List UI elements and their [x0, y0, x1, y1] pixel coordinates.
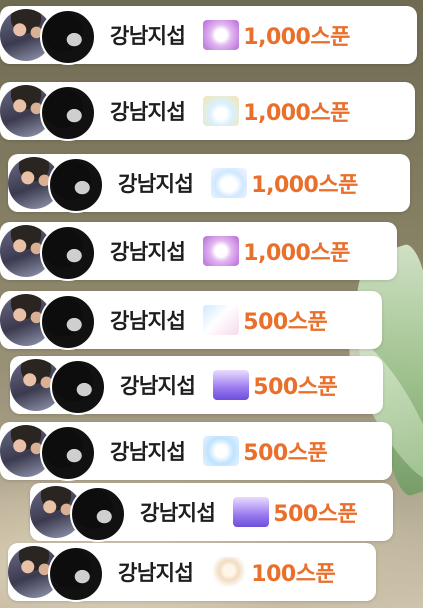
donation-card[interactable]: 강남지섭 1,000스푼 — [0, 82, 415, 141]
avatar-group — [10, 358, 106, 415]
violet-crown-gift-icon — [213, 370, 250, 400]
recipient-avatar[interactable] — [40, 9, 96, 65]
donation-amount: 1,000스푼 — [243, 101, 350, 126]
donation-card[interactable]: 강남지섭 1,000스푼 — [0, 6, 417, 65]
sender-name: 강남지섭 — [110, 100, 186, 124]
donation-card[interactable]: 강남지섭 1,000스푼 — [8, 154, 410, 213]
sender-name: 강남지섭 — [110, 440, 186, 464]
sender-name: 강남지섭 — [118, 172, 194, 196]
recipient-avatar[interactable] — [48, 546, 104, 602]
avatar-group — [0, 84, 96, 141]
sender-name: 강남지섭 — [118, 561, 194, 585]
donation-amount: 1,000스푼 — [251, 173, 358, 198]
cloud-gift-icon — [211, 168, 248, 198]
avatar-group — [0, 8, 96, 65]
sender-name: 강남지섭 — [120, 374, 196, 398]
donation-amount: 1,000스푼 — [243, 25, 350, 50]
recipient-avatar[interactable] — [40, 85, 96, 141]
violet-crown-gift-icon — [233, 497, 270, 527]
blue-pink-gift-icon — [203, 305, 240, 335]
donation-card[interactable]: 강남지섭 1,000스푼 — [0, 222, 397, 281]
avatar-group — [0, 293, 96, 350]
sender-name: 강남지섭 — [110, 24, 186, 48]
sender-name: 강남지섭 — [140, 501, 216, 525]
recipient-avatar[interactable] — [48, 157, 104, 213]
donation-amount: 500스푼 — [253, 375, 338, 400]
donation-amount: 500스푼 — [243, 310, 328, 335]
donation-amount: 100스푼 — [251, 562, 336, 587]
bear-gift-icon — [211, 557, 248, 587]
recipient-avatar[interactable] — [40, 294, 96, 350]
donation-card[interactable]: 강남지섭 100스푼 — [8, 543, 376, 602]
recipient-avatar[interactable] — [70, 486, 126, 542]
avatar-group — [30, 485, 126, 542]
purple-sparkle-gift-icon — [203, 20, 240, 50]
donation-card[interactable]: 강남지섭 500스푼 — [0, 422, 392, 481]
donation-amount: 500스푼 — [273, 502, 358, 527]
donation-card[interactable]: 강남지섭 500스푼 — [30, 483, 393, 542]
avatar-group — [0, 424, 96, 481]
sender-name: 강남지섭 — [110, 309, 186, 333]
purple-sparkle-gift-icon — [203, 236, 240, 266]
donation-card[interactable]: 강남지섭 500스푼 — [0, 291, 382, 350]
recipient-avatar[interactable] — [40, 225, 96, 281]
donation-amount: 1,000스푼 — [243, 241, 350, 266]
glow-gift-icon — [203, 436, 240, 466]
avatar-group — [8, 156, 104, 213]
avatar-group — [8, 545, 104, 602]
donation-amount: 500스푼 — [243, 441, 328, 466]
sky-rainbow-gift-icon — [203, 96, 240, 126]
donation-card[interactable]: 강남지섭 500스푼 — [10, 356, 383, 415]
recipient-avatar[interactable] — [50, 359, 106, 415]
sender-name: 강남지섭 — [110, 240, 186, 264]
recipient-avatar[interactable] — [40, 425, 96, 481]
avatar-group — [0, 224, 96, 281]
